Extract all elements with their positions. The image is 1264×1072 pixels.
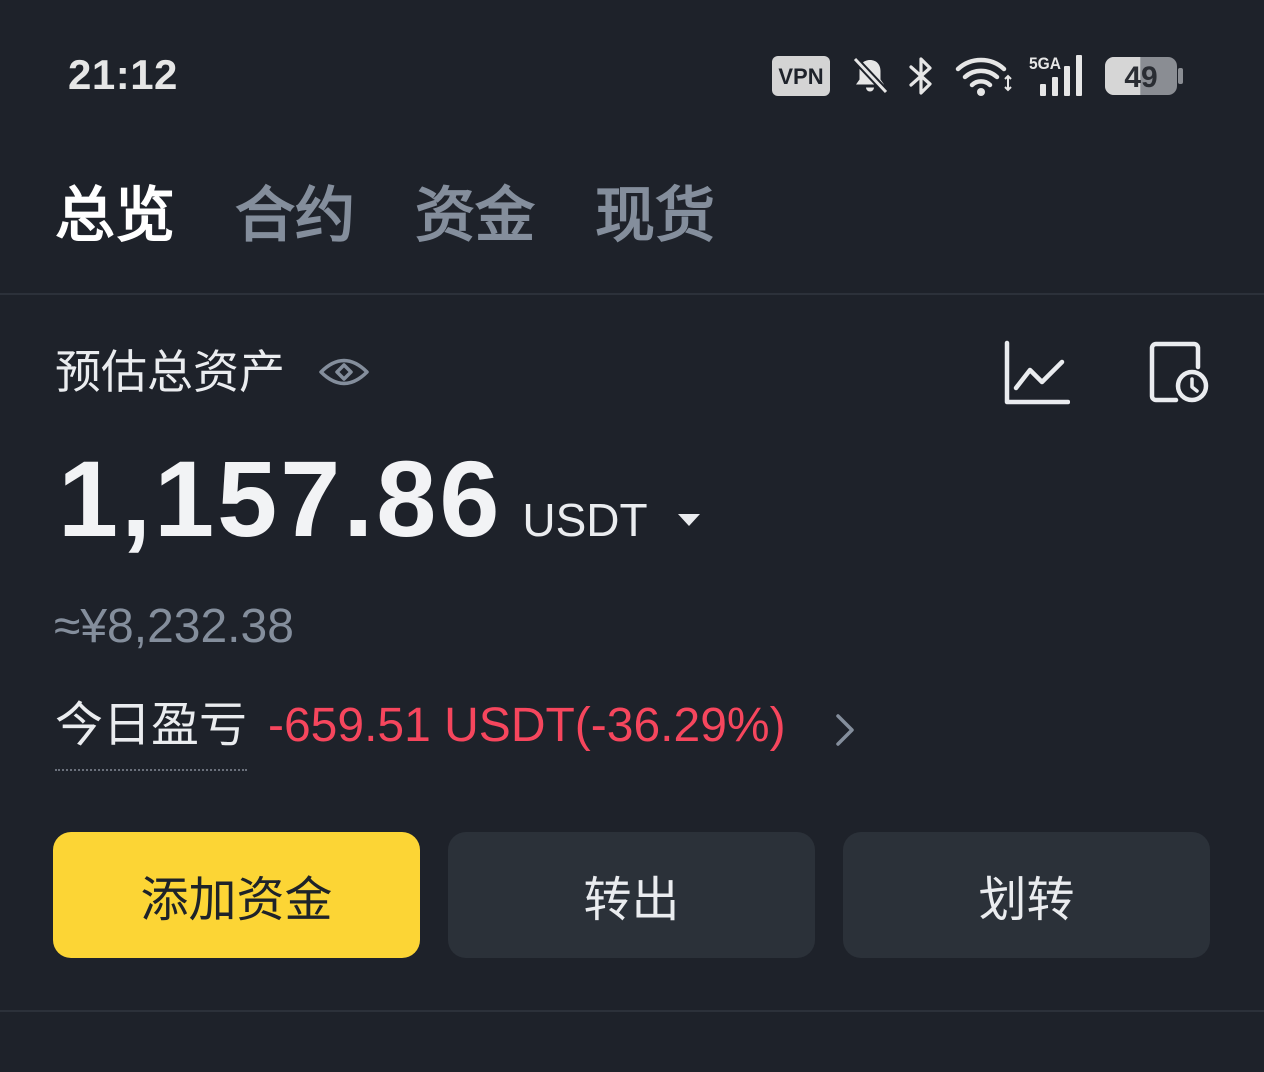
estimated-assets-label: 预估总资产 bbox=[55, 346, 285, 398]
signal-icon: 5GA bbox=[1029, 54, 1082, 96]
today-pnl-value[interactable]: -659.51 USDT(-36.29%) bbox=[268, 698, 786, 754]
add-funds-button[interactable]: 添加资金 bbox=[53, 832, 420, 958]
battery-icon: 49 bbox=[1105, 57, 1183, 95]
vpn-badge: VPN bbox=[772, 56, 830, 96]
network-type-label: 5GA bbox=[1029, 54, 1061, 73]
history-icon[interactable] bbox=[1148, 340, 1212, 406]
total-balance-row: 1,157.86 USDT bbox=[58, 444, 648, 554]
today-pnl-label[interactable]: 今日盈亏 bbox=[55, 698, 248, 771]
section-divider bbox=[0, 1010, 1264, 1012]
tab-overview[interactable]: 总览 bbox=[55, 180, 175, 252]
tab-divider bbox=[0, 293, 1264, 295]
vpn-label: VPN bbox=[778, 64, 823, 89]
tab-spot[interactable]: 现货 bbox=[595, 180, 715, 252]
chart-icon[interactable] bbox=[1002, 340, 1070, 406]
tab-futures[interactable]: 合约 bbox=[235, 180, 355, 252]
transfer-button[interactable]: 划转 bbox=[843, 832, 1210, 958]
dropdown-arrow-icon[interactable] bbox=[676, 512, 702, 528]
battery-level: 49 bbox=[1124, 61, 1157, 94]
cny-equivalent: ≈¥8,232.38 bbox=[54, 600, 294, 653]
tab-funding[interactable]: 资金 bbox=[415, 180, 535, 252]
total-balance-value: 1,157.86 bbox=[58, 438, 503, 559]
chevron-right-icon[interactable] bbox=[832, 712, 858, 748]
eye-icon[interactable] bbox=[318, 354, 370, 390]
currency-selector[interactable]: USDT bbox=[522, 495, 647, 545]
status-time: 21:12 bbox=[68, 51, 178, 98]
tab-bar: 总览 合约 资金 现货 bbox=[55, 180, 715, 252]
withdraw-button[interactable]: 转出 bbox=[448, 832, 815, 958]
wifi-icon bbox=[955, 57, 1012, 96]
bluetooth-icon bbox=[909, 57, 932, 95]
mute-icon bbox=[852, 56, 889, 95]
